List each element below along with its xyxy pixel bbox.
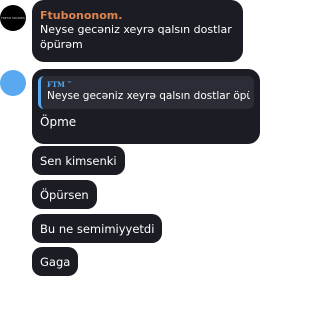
message-text: Sen kimsenki	[40, 153, 117, 168]
avatar[interactable]: FRESH SOUNDS	[0, 5, 26, 31]
reply-sender-name: FTM ™	[47, 79, 250, 90]
reply-quote[interactable]: FTM ™ Neyse gecəniz xeyrə qalsın dostlar …	[38, 76, 254, 109]
message-bubble[interactable]: Sen kimsenki	[32, 146, 125, 175]
message-text: Öpürsen	[40, 187, 89, 202]
reply-sender-label: FTM	[47, 80, 65, 89]
message-bubble[interactable]: Gaga	[32, 247, 79, 276]
message-bubble[interactable]: FTM ™ Neyse gecəniz xeyrə qalsın dostlar …	[32, 69, 260, 144]
message-text: Öpme	[40, 115, 77, 129]
message-bubble[interactable]: Öpürsen	[32, 180, 97, 209]
message-bubble[interactable]: Ftubononom. Neyse gecəniz xeyrə qalsın d…	[32, 0, 243, 62]
message-bubble[interactable]: Bu ne semimiyyetdi	[32, 214, 163, 243]
message-text: Bu ne semimiyyetdi	[40, 221, 155, 236]
message-text: Gaga	[40, 254, 71, 269]
reply-quote-text: Neyse gecəniz xeyrə qalsın dostlar öpürə…	[47, 90, 250, 102]
reply-sender-mark: ™	[66, 81, 72, 87]
avatar[interactable]	[0, 70, 26, 96]
message-text: Neyse gecəniz xeyrə qalsın dostlar öpürə…	[40, 23, 232, 51]
sender-name[interactable]: Ftubononom.	[40, 9, 233, 22]
